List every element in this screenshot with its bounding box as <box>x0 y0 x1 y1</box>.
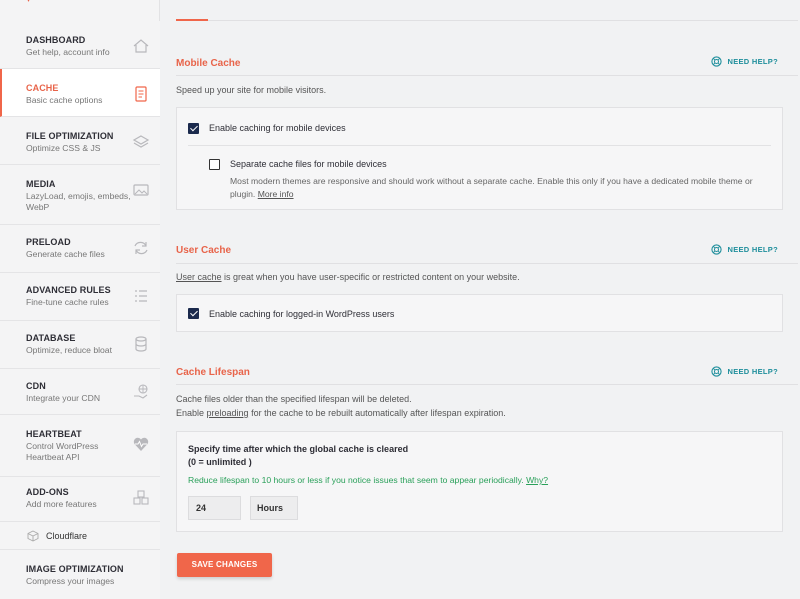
sidebar-item-advanced-rules[interactable]: ADVANCED RULES Fine-tune cache rules <box>0 273 160 321</box>
option-help-text: Most modern themes are responsive and sh… <box>230 175 775 201</box>
lifebuoy-icon <box>711 366 723 377</box>
sidebar-item-subtitle: Optimize CSS & JS <box>26 143 101 153</box>
enable-mobile-cache-checkbox[interactable] <box>188 123 199 134</box>
sidebar-item-title: ADVANCED RULES <box>26 285 111 295</box>
sidebar-item-title: DATABASE <box>26 333 76 343</box>
list-icon <box>135 290 147 302</box>
field-label: Specify time after which the global cach… <box>188 444 409 454</box>
sidebar-item-subtitle: Get help, account info <box>26 47 110 57</box>
checkbox-label: Enable caching for logged-in WordPress u… <box>209 309 395 319</box>
divider <box>188 145 771 146</box>
section-title-user-cache: User Cache <box>176 245 232 256</box>
sidebar-item-title: IMAGE OPTIMIZATION <box>26 564 124 574</box>
cube-icon <box>27 530 39 542</box>
database-icon <box>135 336 147 352</box>
sidebar-item-title: PRELOAD <box>26 237 71 247</box>
need-help-label: NEED HELP? <box>727 367 778 376</box>
lifespan-note: Reduce lifespan to 10 hours or less if y… <box>188 475 548 485</box>
sidebar-item-title: CDN <box>26 381 46 391</box>
sidebar-item-cache[interactable]: CACHE Basic cache options <box>0 69 160 117</box>
lifebuoy-icon <box>711 56 723 67</box>
sidebar-item-heartbeat[interactable]: HEARTBEAT Control WordPress Heartbeat AP… <box>0 415 160 477</box>
sidebar-item-media[interactable]: MEDIA LazyLoad, emojis, embeds, WebP <box>0 165 160 225</box>
sidebar-item-cloudflare[interactable]: Cloudflare <box>0 522 160 550</box>
need-help-label: NEED HELP? <box>727 245 778 254</box>
description-text: for the cache to be rebuilt automaticall… <box>248 408 506 418</box>
sidebar-item-title: DASHBOARD <box>26 35 86 45</box>
preloading-link[interactable]: preloading <box>207 408 249 418</box>
section-description: Cache files older than the specified lif… <box>176 392 506 420</box>
description-text: is great when you have user-specific or … <box>221 272 520 282</box>
sidebar-item-file-optimization[interactable]: FILE OPTIMIZATION Optimize CSS & JS <box>0 117 160 165</box>
sidebar-item-subtitle: Optimize, reduce bloat <box>26 345 112 355</box>
document-icon <box>135 86 147 102</box>
divider <box>176 263 798 264</box>
divider <box>176 75 798 76</box>
sidebar-item-subtitle: Control WordPress Heartbeat API <box>26 441 99 462</box>
globe-hand-icon <box>134 384 148 399</box>
sidebar-item-subtitle: Basic cache options <box>26 95 103 105</box>
separate-mobile-cache-checkbox[interactable] <box>209 159 220 170</box>
sidebar-item-database[interactable]: DATABASE Optimize, reduce bloat <box>0 321 160 369</box>
sidebar-item-title: ADD-ONS <box>26 487 69 497</box>
lifespan-unit-select[interactable]: Hours <box>250 496 298 520</box>
home-icon <box>133 39 149 53</box>
top-tab-indicator <box>176 19 208 21</box>
more-info-link[interactable]: More info <box>258 189 294 199</box>
cubes-icon <box>133 490 149 505</box>
sidebar-item-title: MEDIA <box>26 179 56 189</box>
need-help-label: NEED HELP? <box>727 57 778 66</box>
sidebar-item-subtitle: Fine-tune cache rules <box>26 297 109 307</box>
note-text: Reduce lifespan to 10 hours or less if y… <box>188 475 524 485</box>
sidebar-item-title: HEARTBEAT <box>26 429 82 439</box>
sidebar-item-title: FILE OPTIMIZATION <box>26 131 114 141</box>
need-help-link[interactable]: NEED HELP? <box>711 244 778 255</box>
sidebar-item-subtitle: Add more features <box>26 499 97 509</box>
sidebar-item-preload[interactable]: PRELOAD Generate cache files <box>0 225 160 273</box>
sidebar-item-title: CACHE <box>26 83 59 93</box>
sidebar: ▾ DASHBOARD Get help, account info CACHE… <box>0 0 160 599</box>
checkbox-label: Enable caching for mobile devices <box>209 123 346 133</box>
sidebar-item-subtitle: Generate cache files <box>26 249 105 259</box>
description-line1: Cache files older than the specified lif… <box>176 394 412 404</box>
logo-fragment: ▾ <box>26 0 40 5</box>
help-text-line1: Most modern themes are responsive and sh… <box>230 176 753 186</box>
user-cache-link[interactable]: User cache <box>176 272 222 282</box>
enable-user-cache-checkbox[interactable] <box>188 308 199 319</box>
help-text-line2: plugin. <box>230 189 256 199</box>
divider <box>176 384 798 385</box>
checkbox-label: Separate cache files for mobile devices <box>230 159 387 169</box>
section-title-mobile-cache: Mobile Cache <box>176 58 241 69</box>
main-content: Mobile Cache NEED HELP? Speed up your si… <box>160 0 800 599</box>
why-link[interactable]: Why? <box>526 475 548 485</box>
refresh-icon <box>134 241 148 255</box>
section-description: Speed up your site for mobile visitors. <box>176 85 327 95</box>
sidebar-item-image-optimization[interactable]: IMAGE OPTIMIZATION Compress your images <box>0 550 160 599</box>
mobile-cache-options: Enable caching for mobile devices Separa… <box>176 107 783 210</box>
divider <box>176 20 798 21</box>
field-hint: (0 = unlimited ) <box>188 457 252 467</box>
user-cache-options: Enable caching for logged-in WordPress u… <box>176 294 783 332</box>
sidebar-item-title: Cloudflare <box>46 531 88 541</box>
need-help-link[interactable]: NEED HELP? <box>711 366 778 377</box>
sidebar-item-dashboard[interactable]: DASHBOARD Get help, account info <box>0 21 160 69</box>
heartbeat-icon <box>133 437 149 451</box>
sidebar-item-cdn[interactable]: CDN Integrate your CDN <box>0 369 160 415</box>
section-description: User cache is great when you have user-s… <box>176 270 520 284</box>
section-title-cache-lifespan: Cache Lifespan <box>176 367 250 378</box>
sidebar-item-subtitle: LazyLoad, emojis, embeds, WebP <box>26 191 131 212</box>
save-changes-button[interactable]: SAVE CHANGES <box>177 553 272 577</box>
description-text: Enable <box>176 408 207 418</box>
need-help-link[interactable]: NEED HELP? <box>711 56 778 67</box>
cache-lifespan-options: Specify time after which the global cach… <box>176 431 783 532</box>
sidebar-item-subtitle: Integrate your CDN <box>26 393 101 403</box>
sidebar-item-add-ons[interactable]: ADD-ONS Add more features <box>0 477 160 522</box>
image-icon <box>133 184 149 196</box>
layers-icon <box>132 135 150 148</box>
sidebar-item-subtitle: Compress your images <box>26 576 115 586</box>
lifespan-value-input[interactable]: 24 <box>188 496 241 520</box>
lifebuoy-icon <box>711 244 723 255</box>
